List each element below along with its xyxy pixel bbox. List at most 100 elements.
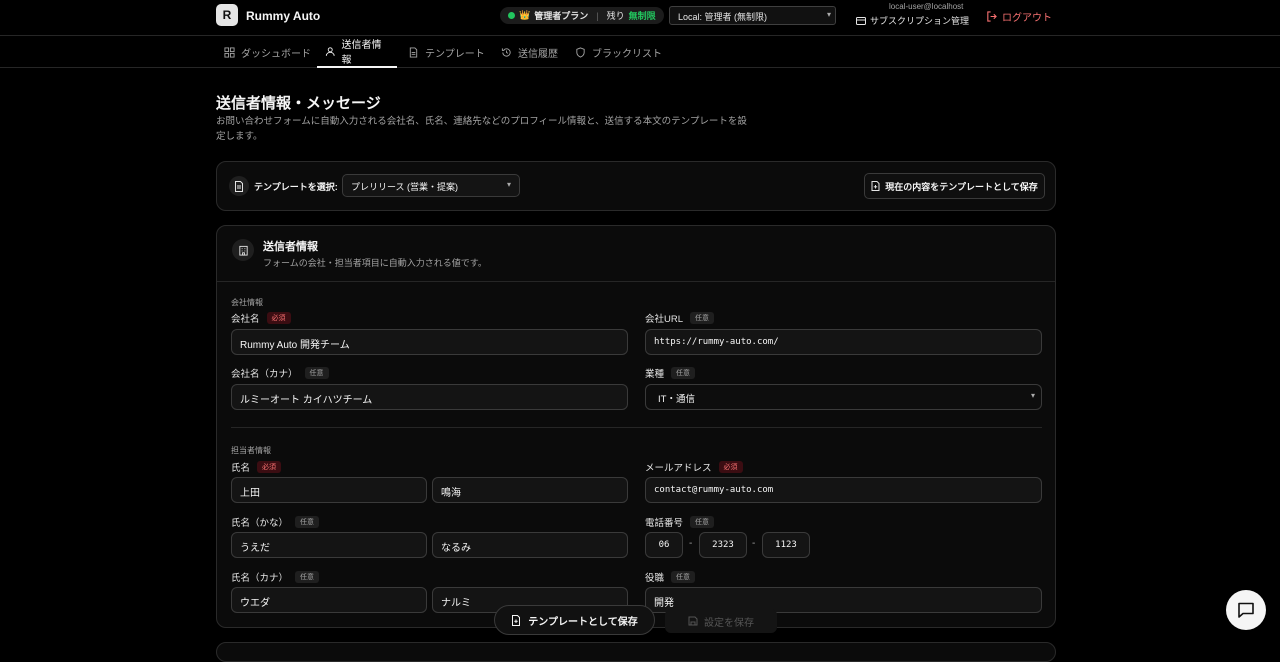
phone-part3-input[interactable]: 1123 bbox=[762, 532, 810, 558]
tab-sender-info[interactable]: 送信者情報 bbox=[317, 36, 397, 68]
dashboard-icon bbox=[224, 46, 235, 58]
first-name-hiragana-input[interactable]: なるみ bbox=[432, 532, 628, 558]
top-bar: R Rummy Auto 👑 管理者プラン | 残り 無制限 Local: 管理… bbox=[0, 0, 1280, 36]
user-email: local-user@localhost bbox=[889, 2, 964, 11]
file-plus-icon bbox=[871, 181, 880, 191]
field-label: 会社URL bbox=[645, 314, 684, 325]
field-label: 会社名（カナ） bbox=[231, 369, 298, 380]
tab-history[interactable]: 送信履歴 bbox=[493, 36, 566, 68]
phone-part2-input[interactable]: 2323 bbox=[699, 532, 747, 558]
tab-label: 送信履歴 bbox=[518, 48, 558, 60]
tab-label: ブラックリスト bbox=[592, 48, 662, 60]
next-card bbox=[216, 642, 1056, 662]
remaining-value: 無制限 bbox=[628, 11, 656, 21]
chat-icon bbox=[1238, 602, 1254, 618]
chevron-down-icon: ▾ bbox=[506, 180, 511, 189]
file-text-icon bbox=[229, 176, 249, 196]
chevron-down-icon: ▾ bbox=[1030, 391, 1035, 400]
email-label: メールアドレス 必須 bbox=[645, 460, 743, 474]
phone-part1-input[interactable]: 06 bbox=[645, 532, 683, 558]
subscription-label: サブスクリプション管理 bbox=[870, 16, 970, 26]
tab-label: テンプレート bbox=[425, 48, 485, 60]
field-label: 会社名 bbox=[231, 314, 260, 325]
template-select[interactable]: プレリリース (営業・提案) ▾ bbox=[342, 174, 520, 197]
save-as-template-label: 現在の内容をテンプレートとして保存 bbox=[885, 181, 1038, 192]
logout-icon bbox=[987, 11, 997, 22]
field-label: 役職 bbox=[645, 573, 665, 584]
field-label: 業種 bbox=[645, 369, 665, 380]
tab-label: ダッシュボード bbox=[241, 48, 311, 60]
company-url-input[interactable]: https://rummy-auto.com/ bbox=[645, 329, 1042, 355]
file-icon bbox=[409, 46, 418, 58]
field-label: 電話番号 bbox=[645, 518, 684, 529]
divider bbox=[217, 281, 1055, 282]
save-settings-button[interactable]: 設定を保存 bbox=[665, 609, 777, 633]
company-name-input[interactable]: Rummy Auto 開発チーム bbox=[231, 329, 628, 355]
building-icon bbox=[232, 239, 254, 261]
plan-separator: | bbox=[596, 10, 599, 21]
tab-templates[interactable]: テンプレート bbox=[400, 36, 493, 68]
industry-select[interactable]: IT・通信 ▾ bbox=[645, 384, 1042, 410]
user-select[interactable]: Local: 管理者 (無制限) ▾ bbox=[669, 6, 836, 25]
plan-name: 管理者プラン bbox=[534, 11, 589, 21]
company-section-label: 会社情報 bbox=[231, 298, 263, 307]
user-select-value: Local: 管理者 (無制限) bbox=[678, 12, 768, 22]
page-title: 送信者情報・メッセージ bbox=[216, 95, 381, 112]
plan-badge: 👑 管理者プラン | 残り 無制限 bbox=[500, 7, 664, 24]
field-label: 氏名（かな） bbox=[231, 518, 289, 529]
optional-badge: 任意 bbox=[304, 367, 329, 379]
last-name-katakana-input[interactable]: ウエダ bbox=[231, 587, 427, 613]
required-badge: 必須 bbox=[266, 312, 291, 324]
name-label: 氏名 必須 bbox=[231, 460, 282, 474]
tab-label: 送信者情報 bbox=[341, 40, 382, 66]
name-hiragana-label: 氏名（かな） 任意 bbox=[231, 515, 320, 529]
shield-icon bbox=[576, 46, 585, 58]
sender-info-card: 送信者情報 フォームの会社・担当者項目に自動入力される値です。 会社情報 会社名… bbox=[216, 225, 1056, 628]
file-plus-icon bbox=[512, 614, 521, 626]
company-kana-input[interactable]: ルミーオート カイハツチーム bbox=[231, 384, 628, 410]
template-select-label: テンプレートを選択: bbox=[254, 182, 338, 192]
sender-section-title: 送信者情報 bbox=[263, 241, 318, 253]
save-as-template-button[interactable]: 現在の内容をテンプレートとして保存 bbox=[864, 173, 1045, 199]
template-select-value: プレリリース (営業・提案) bbox=[351, 182, 459, 192]
status-dot-icon bbox=[508, 12, 515, 19]
tab-blacklist[interactable]: ブラックリスト bbox=[567, 36, 670, 68]
logout-label: ログアウト bbox=[1002, 13, 1052, 24]
field-label: メールアドレス bbox=[645, 463, 712, 474]
history-icon bbox=[501, 47, 511, 57]
remaining-label: 残り bbox=[606, 11, 625, 21]
phone-label: 電話番号 任意 bbox=[645, 515, 715, 529]
company-url-label: 会社URL 任意 bbox=[645, 311, 715, 325]
save-settings-label: 設定を保存 bbox=[704, 617, 754, 629]
company-kana-label: 会社名（カナ） 任意 bbox=[231, 366, 329, 380]
app-title[interactable]: Rummy Auto bbox=[246, 9, 320, 23]
required-badge: 必須 bbox=[718, 461, 743, 473]
name-katakana-label: 氏名（カナ） 任意 bbox=[231, 570, 320, 584]
industry-label: 業種 任意 bbox=[645, 366, 696, 380]
email-input[interactable]: contact@rummy-auto.com bbox=[645, 477, 1042, 503]
last-name-hiragana-input[interactable]: うえだ bbox=[231, 532, 427, 558]
phone-separator: - bbox=[752, 538, 756, 549]
last-name-input[interactable]: 上田 bbox=[231, 477, 427, 503]
subscription-link[interactable]: サブスクリプション管理 bbox=[856, 14, 969, 27]
template-select-card: テンプレートを選択: プレリリース (営業・提案) ▾ 現在の内容をテンプレート… bbox=[216, 161, 1056, 211]
position-label: 役職 任意 bbox=[645, 570, 696, 584]
app-logo[interactable]: R bbox=[216, 4, 238, 26]
industry-select-value: IT・通信 bbox=[658, 394, 695, 405]
credit-card-icon bbox=[856, 16, 866, 25]
chat-button[interactable] bbox=[1226, 590, 1266, 630]
optional-badge: 任意 bbox=[671, 571, 696, 583]
optional-badge: 任意 bbox=[690, 516, 715, 528]
logout-button[interactable]: ログアウト bbox=[986, 9, 1052, 24]
save-icon bbox=[688, 616, 698, 626]
required-badge: 必須 bbox=[257, 461, 282, 473]
page-description: お問い合わせフォームに自動入力される会社名、氏名、連絡先などのプロフィール情報と… bbox=[216, 116, 747, 142]
sender-section-description: フォームの会社・担当者項目に自動入力される値です。 bbox=[263, 258, 487, 268]
divider bbox=[231, 427, 1042, 428]
chevron-down-icon: ▾ bbox=[826, 10, 831, 19]
first-name-input[interactable]: 鳴海 bbox=[432, 477, 628, 503]
save-template-button[interactable]: テンプレートとして保存 bbox=[494, 605, 655, 635]
crown-icon: 👑 bbox=[519, 10, 531, 20]
optional-badge: 任意 bbox=[671, 367, 696, 379]
tab-dashboard[interactable]: ダッシュボード bbox=[216, 36, 319, 68]
